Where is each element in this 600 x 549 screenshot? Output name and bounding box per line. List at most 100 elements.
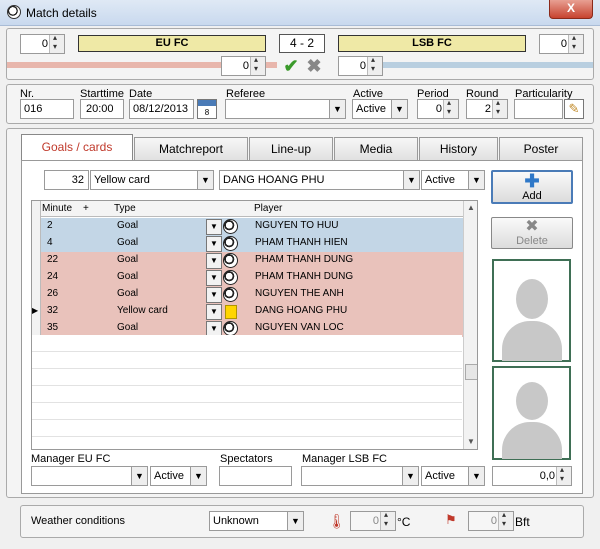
spinner-arrows-icon[interactable] bbox=[556, 465, 571, 485]
scroll-down-icon[interactable]: ▼ bbox=[467, 437, 475, 446]
home-extra-spinner[interactable]: 0 bbox=[221, 55, 266, 76]
chevron-down-icon[interactable]: ▼ bbox=[468, 171, 484, 189]
chevron-down-icon[interactable]: ▼ bbox=[403, 171, 419, 189]
chevron-down-icon[interactable]: ▼ bbox=[206, 253, 222, 269]
cell-type: Goal bbox=[117, 288, 139, 299]
header-type[interactable]: Type bbox=[114, 203, 136, 214]
events-grid[interactable]: Minute + Type Player 2 Goal NGUYEN TO HUU ▼… bbox=[31, 200, 478, 450]
cell-minute: 35 bbox=[47, 322, 59, 333]
chevron-down-icon[interactable]: ▼ bbox=[197, 171, 213, 189]
manager-home-label: Manager EU FC bbox=[31, 453, 111, 465]
tab-goals-cards[interactable]: Goals / cards bbox=[21, 134, 133, 162]
delete-x-icon: ✖ bbox=[525, 218, 539, 235]
add-button[interactable]: ✚ Add bbox=[491, 170, 573, 204]
chevron-down-icon[interactable]: ▼ bbox=[190, 467, 206, 485]
header-player[interactable]: Player bbox=[254, 203, 282, 214]
tab-line-up[interactable]: Line-up bbox=[249, 137, 333, 160]
manager-away-status-select[interactable]: Active ▼ bbox=[421, 466, 485, 486]
event-type-select[interactable]: Yellow card ▼ bbox=[90, 170, 214, 190]
weather-label: Weather conditions bbox=[31, 515, 125, 527]
spinner-arrows-icon[interactable] bbox=[492, 98, 507, 118]
chevron-down-icon[interactable]: ▼ bbox=[206, 236, 222, 252]
event-minute-field[interactable]: 32 bbox=[44, 170, 89, 190]
delete-button[interactable]: ✖ Delete bbox=[491, 217, 573, 249]
chevron-down-icon[interactable]: ▼ bbox=[206, 270, 222, 286]
event-player-select[interactable]: DANG HOANG PHU ▼ bbox=[219, 170, 420, 190]
chevron-down-icon[interactable]: ▼ bbox=[206, 287, 222, 303]
chevron-down-icon[interactable]: ▼ bbox=[468, 467, 484, 485]
away-color-strip bbox=[380, 62, 593, 68]
chevron-down-icon[interactable]: ▼ bbox=[206, 219, 222, 235]
header-plus[interactable]: + bbox=[83, 203, 89, 214]
chevron-down-icon[interactable]: ▼ bbox=[391, 100, 407, 118]
table-row[interactable]: 26 Goal NGUYEN THE ANH ▼ bbox=[41, 286, 463, 304]
current-row-pointer-icon: ▶ bbox=[32, 306, 39, 315]
spinner-arrows-icon[interactable] bbox=[568, 33, 583, 53]
close-button[interactable]: X bbox=[549, 0, 593, 19]
referee-select[interactable]: ▼ bbox=[225, 99, 346, 119]
home-score-spinner[interactable]: 0 bbox=[20, 33, 65, 54]
table-row[interactable]: 4 Goal PHAM THANH HIEN ▼ bbox=[41, 235, 463, 253]
avatar-shoulders bbox=[502, 422, 562, 459]
starttime-field[interactable]: 20:00 bbox=[80, 99, 124, 119]
temperature-spinner[interactable]: 0 bbox=[350, 510, 396, 531]
avatar-shoulders bbox=[502, 321, 562, 361]
particularity-field[interactable] bbox=[514, 99, 563, 119]
event-status-select[interactable]: Active ▼ bbox=[421, 170, 485, 190]
cell-minute: 24 bbox=[47, 271, 59, 282]
table-row[interactable]: 32 Yellow card DANG HOANG PHU ▼ ▶ bbox=[32, 303, 463, 321]
spinner-arrows-icon[interactable] bbox=[367, 55, 382, 75]
avatar bbox=[516, 279, 548, 319]
table-row[interactable]: 2 Goal NGUYEN TO HUU ▼ bbox=[41, 218, 463, 236]
spectators-label: Spectators bbox=[220, 453, 273, 465]
grid-scrollbar[interactable]: ▲ ▼ bbox=[463, 201, 477, 449]
cancel-x-icon[interactable]: ✖ bbox=[304, 56, 324, 76]
period-spinner[interactable]: 0 bbox=[417, 98, 459, 119]
spectators-field[interactable] bbox=[219, 466, 292, 486]
date-field[interactable]: 08/12/2013 bbox=[129, 99, 194, 119]
spinner-arrows-icon[interactable] bbox=[380, 510, 395, 530]
round-spinner[interactable]: 2 bbox=[466, 98, 508, 119]
scroll-thumb[interactable] bbox=[465, 364, 477, 380]
calendar-icon[interactable]: 8 bbox=[197, 99, 217, 119]
tab-matchreport[interactable]: Matchreport bbox=[134, 137, 248, 160]
scroll-up-icon[interactable]: ▲ bbox=[467, 203, 475, 212]
chevron-down-icon[interactable]: ▼ bbox=[131, 467, 147, 485]
away-extra-spinner[interactable]: 0 bbox=[338, 55, 383, 76]
wind-spinner[interactable]: 0 bbox=[468, 510, 514, 531]
table-row[interactable]: 24 Goal PHAM THANH DUNG ▼ bbox=[41, 269, 463, 287]
chevron-down-icon[interactable]: ▼ bbox=[329, 100, 345, 118]
tab-history[interactable]: History bbox=[419, 137, 498, 160]
avatar bbox=[516, 382, 548, 420]
pencil-icon[interactable]: ✎ bbox=[564, 99, 584, 119]
nr-field[interactable]: 016 bbox=[20, 99, 74, 119]
chevron-down-icon[interactable]: ▼ bbox=[206, 304, 222, 320]
add-button-label: Add bbox=[522, 190, 542, 202]
player-photo-1 bbox=[492, 259, 571, 362]
header-minute[interactable]: Minute bbox=[42, 203, 72, 214]
spinner-arrows-icon[interactable] bbox=[498, 510, 513, 530]
weather-condition-select[interactable]: Unknown ▼ bbox=[209, 511, 304, 531]
confirm-check-icon[interactable]: ✔ bbox=[281, 56, 301, 76]
manager-away-select[interactable]: ▼ bbox=[301, 466, 419, 486]
cell-type: Goal bbox=[117, 271, 139, 282]
soccer-ball-icon bbox=[223, 287, 238, 302]
active-select[interactable]: Active ▼ bbox=[352, 99, 408, 119]
cell-player: NGUYEN VAN LOC bbox=[255, 322, 344, 333]
spinner-arrows-icon[interactable] bbox=[250, 55, 265, 75]
soccer-ball-icon bbox=[223, 253, 238, 268]
spinner-arrows-icon[interactable] bbox=[443, 98, 458, 118]
manager-home-status-select[interactable]: Active ▼ bbox=[150, 466, 207, 486]
rating-spinner[interactable]: 0,0 bbox=[492, 465, 572, 486]
table-row[interactable]: 22 Goal PHAM THANH DUNG ▼ bbox=[41, 252, 463, 270]
plus-icon: ✚ bbox=[524, 171, 540, 191]
empty-rows bbox=[32, 335, 462, 449]
spinner-arrows-icon[interactable] bbox=[49, 33, 64, 53]
manager-home-select[interactable]: ▼ bbox=[31, 466, 148, 486]
tab-poster[interactable]: Poster bbox=[499, 137, 583, 160]
chevron-down-icon[interactable]: ▼ bbox=[402, 467, 418, 485]
cell-player: PHAM THANH DUNG bbox=[255, 271, 354, 282]
away-score-spinner[interactable]: 0 bbox=[539, 33, 584, 54]
chevron-down-icon[interactable]: ▼ bbox=[287, 512, 303, 530]
tab-media[interactable]: Media bbox=[334, 137, 418, 160]
